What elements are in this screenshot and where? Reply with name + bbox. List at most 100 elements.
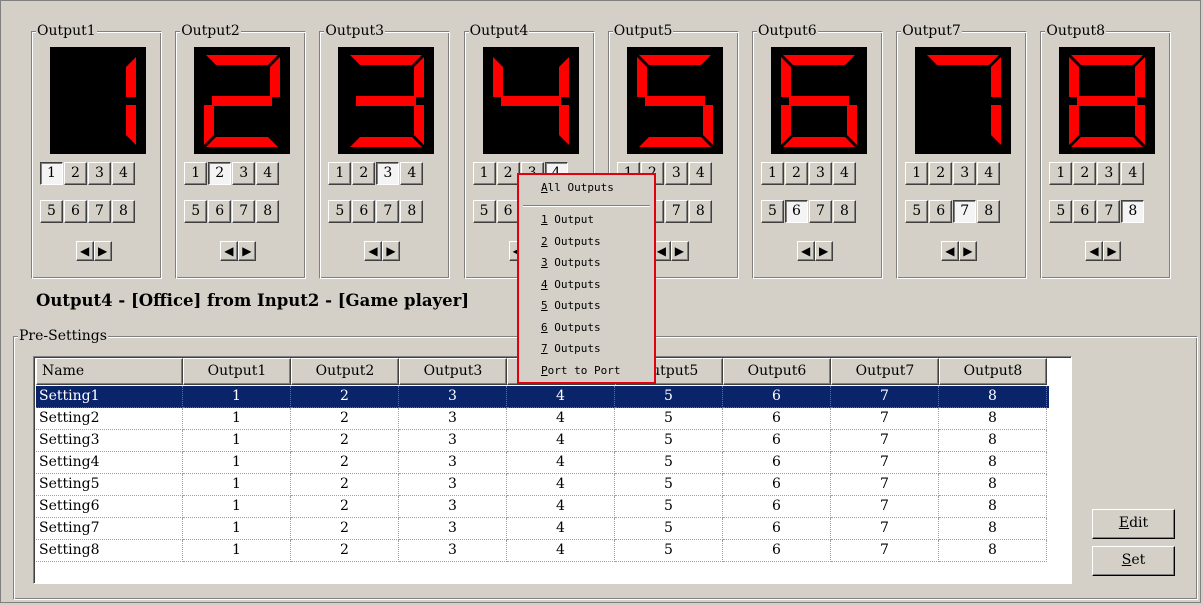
next-input-button[interactable]: ▶ [238,241,257,261]
input-button-8[interactable]: 8 [833,200,856,223]
presettings-table[interactable]: NameOutput1Output2Output3Output4Output5O… [33,356,1072,584]
input-button-5[interactable]: 5 [184,200,208,223]
input-button-3[interactable]: 3 [232,162,256,185]
input-button-1[interactable]: 1 [184,162,208,185]
menu-item-1[interactable]: All Outputs [541,181,614,195]
input-button-2[interactable]: 2 [64,162,87,185]
menu-item-5[interactable]: 4 Outputs [541,278,601,292]
table-cell: 3 [399,452,507,474]
input-button-4[interactable]: 4 [400,162,424,185]
table-cell: 8 [939,496,1047,518]
input-button-2[interactable]: 2 [1073,162,1097,185]
input-button-8[interactable]: 8 [256,200,280,223]
input-button-6[interactable]: 6 [785,200,808,223]
set-button-rest: et [1131,552,1146,568]
menu-item-3[interactable]: 2 Outputs [541,235,601,249]
input-button-4[interactable]: 4 [977,162,1001,185]
table-row[interactable]: Setting8 1 2 3 4 5 6 7 8 [36,540,1049,562]
next-input-button[interactable]: ▶ [815,241,833,261]
table-row[interactable]: Setting4 1 2 3 4 5 6 7 8 [36,452,1049,474]
table-cell: 1 [183,386,291,408]
next-input-button[interactable]: ▶ [1103,241,1122,261]
input-button-8[interactable]: 8 [400,200,424,223]
menu-item-mnemonic: 2 [541,235,548,248]
input-button-1[interactable]: 1 [905,162,929,185]
column-header-output8[interactable]: Output8 [939,358,1047,385]
set-button[interactable]: Set [1092,546,1175,576]
menu-item-2[interactable]: 1 Output [541,213,594,227]
column-header-output2[interactable]: Output2 [291,358,399,385]
menu-item-4[interactable]: 3 Outputs [541,256,601,270]
prev-input-button[interactable]: ◀ [797,241,815,261]
input-button-6[interactable]: 6 [208,200,232,223]
edit-button[interactable]: Edit [1092,509,1175,539]
input-button-5[interactable]: 5 [472,200,496,223]
input-button-5[interactable]: 5 [761,200,784,223]
input-button-3[interactable]: 3 [809,162,832,185]
prev-input-button[interactable]: ◀ [1085,241,1104,261]
input-button-4[interactable]: 4 [256,162,280,185]
input-button-5[interactable]: 5 [905,200,929,223]
input-button-3[interactable]: 3 [664,162,688,185]
table-row[interactable]: Setting6 1 2 3 4 5 6 7 8 [36,496,1049,518]
input-button-6[interactable]: 6 [352,200,376,223]
input-button-7[interactable]: 7 [88,200,111,223]
input-button-4[interactable]: 4 [112,162,135,185]
input-button-7[interactable]: 7 [809,200,832,223]
table-row[interactable]: Setting7 1 2 3 4 5 6 7 8 [36,518,1049,540]
column-header-name[interactable]: Name [36,358,183,385]
input-button-2[interactable]: 2 [208,162,232,185]
input-button-2[interactable]: 2 [352,162,376,185]
menu-item-8[interactable]: 7 Outputs [541,342,601,356]
column-header-output3[interactable]: Output3 [399,358,507,385]
input-button-6[interactable]: 6 [1073,200,1097,223]
table-row[interactable]: Setting2 1 2 3 4 5 6 7 8 [36,408,1049,430]
column-header-output6[interactable]: Output6 [723,358,831,385]
prev-input-button[interactable]: ◀ [364,241,383,261]
table-row[interactable]: Setting5 1 2 3 4 5 6 7 8 [36,474,1049,496]
input-button-6[interactable]: 6 [929,200,953,223]
input-button-7[interactable]: 7 [376,200,400,223]
input-button-1[interactable]: 1 [40,162,63,185]
input-button-3[interactable]: 3 [1097,162,1121,185]
input-button-1[interactable]: 1 [472,162,496,185]
prev-input-button[interactable]: ◀ [220,241,239,261]
prev-input-button[interactable]: ◀ [941,241,960,261]
input-button-5[interactable]: 5 [40,200,63,223]
input-button-6[interactable]: 6 [64,200,87,223]
input-button-8[interactable]: 8 [688,200,712,223]
next-input-button[interactable]: ▶ [959,241,978,261]
table-row[interactable]: Setting3 1 2 3 4 5 6 7 8 [36,430,1049,452]
table-row[interactable]: Setting1 1 2 3 4 5 6 7 8 [36,386,1049,408]
input-button-7[interactable]: 7 [953,200,977,223]
input-button-7[interactable]: 7 [664,200,688,223]
menu-item-7[interactable]: 6 Outputs [541,321,601,335]
next-input-button[interactable]: ▶ [670,241,689,261]
input-button-2[interactable]: 2 [929,162,953,185]
input-button-4[interactable]: 4 [688,162,712,185]
column-header-output7[interactable]: Output7 [831,358,939,385]
next-input-button[interactable]: ▶ [94,241,112,261]
prev-input-button[interactable]: ◀ [76,241,94,261]
input-button-8[interactable]: 8 [112,200,135,223]
input-button-3[interactable]: 3 [953,162,977,185]
input-button-7[interactable]: 7 [1097,200,1121,223]
input-button-1[interactable]: 1 [761,162,784,185]
input-button-2[interactable]: 2 [785,162,808,185]
input-button-1[interactable]: 1 [328,162,352,185]
input-button-7[interactable]: 7 [232,200,256,223]
input-button-3[interactable]: 3 [376,162,400,185]
input-button-4[interactable]: 4 [833,162,856,185]
input-button-5[interactable]: 5 [328,200,352,223]
input-button-5[interactable]: 5 [1049,200,1073,223]
column-header-output1[interactable]: Output1 [183,358,291,385]
table-cell: 2 [291,474,399,496]
input-button-8[interactable]: 8 [1121,200,1145,223]
input-button-8[interactable]: 8 [977,200,1001,223]
menu-item-9[interactable]: Port to Port [541,364,620,378]
menu-item-6[interactable]: 5 Outputs [541,299,601,313]
next-input-button[interactable]: ▶ [382,241,401,261]
input-button-1[interactable]: 1 [1049,162,1073,185]
input-button-4[interactable]: 4 [1121,162,1145,185]
input-button-3[interactable]: 3 [88,162,111,185]
